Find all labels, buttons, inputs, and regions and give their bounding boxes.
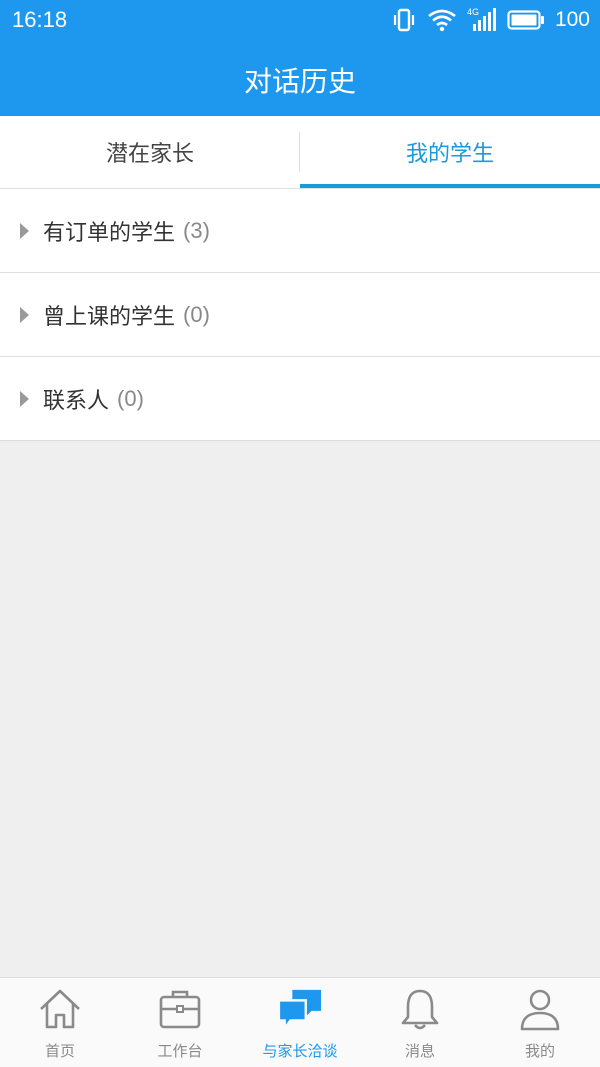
tab-my-students[interactable]: 我的学生 [300,116,600,188]
nav-label: 首页 [44,1042,75,1060]
nav-label: 消息 [404,1042,435,1060]
group-count: (3) [183,217,210,243]
nav-label: 我的 [524,1042,555,1060]
tab-active-indicator [300,184,600,188]
tab-potential-parents[interactable]: 潜在家长 [0,116,300,188]
nav-label: 与家长洽谈 [262,1042,338,1060]
expand-caret-icon [20,222,29,239]
chat-bubbles-icon [277,986,323,1032]
group-row-ordered-students[interactable]: 有订单的学生 (3) [0,189,600,273]
app-bar: 对话历史 [0,40,600,116]
page-title: 对话历史 [243,65,356,98]
nav-parent-chat[interactable]: 与家长洽谈 [240,978,360,1067]
group-label: 有订单的学生 [43,220,176,246]
group-row-attended-students[interactable]: 曾上课的学生 (0) [0,273,600,357]
bottom-navigation: 首页 工作台 与家长洽谈 消息 我的 [0,977,600,1067]
expand-caret-icon [20,390,29,407]
home-icon [37,986,83,1032]
nav-profile[interactable]: 我的 [480,978,600,1067]
group-row-contacts[interactable]: 联系人 (0) [0,357,600,441]
status-time: 16:18 [12,7,68,32]
nav-workbench[interactable]: 工作台 [120,978,240,1067]
vibrate-icon [391,8,417,32]
group-count: (0) [117,385,144,411]
nav-home[interactable]: 首页 [0,978,120,1067]
student-group-list: 有订单的学生 (3) 曾上课的学生 (0) 联系人 (0) [0,189,600,441]
status-icons: 4G 100 [391,6,590,34]
group-count: (0) [183,301,210,327]
group-label: 联系人 [43,388,110,414]
nav-label: 工作台 [157,1042,203,1060]
battery-level: 100 [554,8,590,31]
cellular-signal-icon: 4G [467,7,497,33]
user-icon [517,986,563,1032]
wifi-icon [427,8,457,32]
status-bar: 16:18 4G 100 [0,0,600,40]
tab-bar: 潜在家长 我的学生 [0,116,600,189]
battery-icon [507,9,545,31]
expand-caret-icon [20,306,29,323]
nav-messages[interactable]: 消息 [360,978,480,1067]
bell-icon [397,986,443,1032]
briefcase-icon [157,986,203,1032]
group-label: 曾上课的学生 [43,304,176,330]
